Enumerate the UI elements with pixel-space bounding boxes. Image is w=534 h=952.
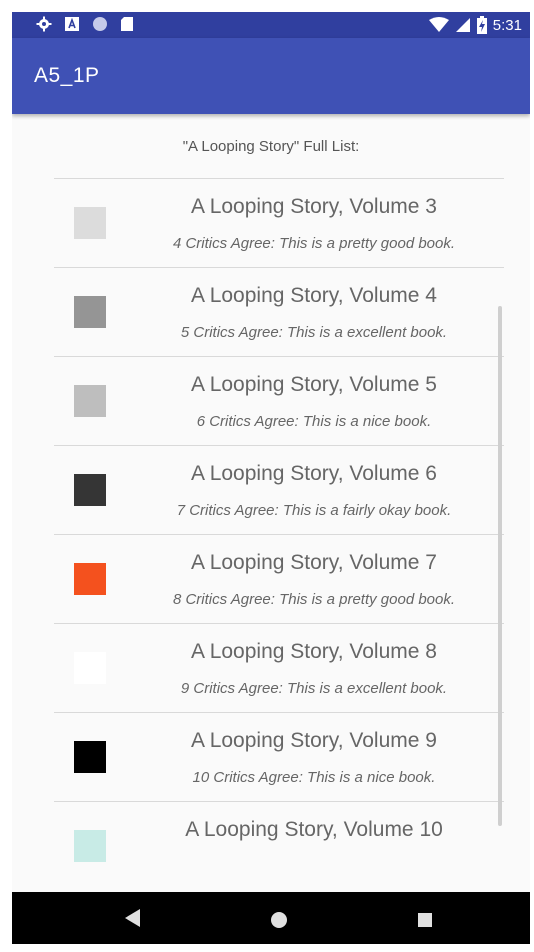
book-rating: 9 Critics Agree: This is a excellent boo… [180, 680, 448, 697]
signal-icon [455, 18, 470, 32]
list-item[interactable]: A Looping Story, Volume 3 4 Critics Agree… [54, 178, 504, 267]
color-swatch [74, 385, 106, 417]
scrollbar[interactable] [498, 306, 502, 826]
color-swatch [74, 652, 106, 684]
recents-button[interactable] [395, 892, 455, 944]
app-title: A5_1P [34, 64, 100, 87]
a-notification-icon [65, 17, 79, 31]
gear-icon [36, 16, 52, 32]
battery-charging-icon [476, 16, 487, 34]
book-title: A Looping Story, Volume 10 [185, 818, 443, 841]
list-item[interactable]: A Looping Story, Volume 7 8 Critics Agree… [54, 534, 504, 623]
color-swatch [74, 207, 106, 239]
status-icons-left [36, 16, 134, 32]
book-title: A Looping Story, Volume 4 [191, 284, 437, 307]
status-icons-right: 5:31 [428, 16, 522, 34]
color-swatch [74, 741, 106, 773]
book-title: A Looping Story, Volume 5 [191, 373, 437, 396]
list-item[interactable]: A Looping Story, Volume 9 10 Critics Agre… [54, 712, 504, 801]
book-rating: 6 Critics Agree: This is a nice book. [196, 413, 432, 430]
home-icon [271, 912, 287, 928]
back-button[interactable] [102, 892, 162, 944]
book-title: A Looping Story, Volume 8 [191, 640, 437, 663]
navigation-bar [12, 892, 530, 944]
color-swatch [74, 830, 106, 862]
book-list[interactable]: A Looping Story, Volume 3 4 Critics Agree… [54, 178, 504, 890]
book-title: A Looping Story, Volume 7 [191, 551, 437, 574]
book-rating: 10 Critics Agree: This is a nice book. [192, 769, 436, 786]
list-item[interactable]: A Looping Story, Volume 5 6 Critics Agree… [54, 356, 504, 445]
color-swatch [74, 563, 106, 595]
color-swatch [74, 474, 106, 506]
status-time: 5:31 [492, 16, 522, 34]
list-item[interactable]: A Looping Story, Volume 10 [54, 801, 504, 890]
back-icon [125, 909, 140, 927]
book-rating: 4 Critics Agree: This is a pretty good b… [172, 235, 456, 252]
book-title: A Looping Story, Volume 9 [191, 729, 437, 752]
wifi-icon [428, 17, 449, 32]
book-rating: 5 Critics Agree: This is a excellent boo… [180, 324, 448, 341]
color-swatch [74, 296, 106, 328]
home-button[interactable] [249, 892, 309, 944]
book-rating: 8 Critics Agree: This is a pretty good b… [172, 591, 456, 608]
list-item[interactable]: A Looping Story, Volume 8 9 Critics Agree… [54, 623, 504, 712]
status-bar: 5:31 [12, 12, 530, 38]
list-content[interactable]: "A Looping Story" Full List: A Looping S… [12, 114, 530, 892]
app-bar: A5_1P [12, 38, 530, 114]
device-screen: 5:31 A5_1P "A Looping Story" Full List: … [12, 12, 530, 944]
circle-icon [93, 17, 107, 31]
list-header: "A Looping Story" Full List: [182, 138, 360, 155]
book-title: A Looping Story, Volume 3 [191, 195, 437, 218]
recents-icon [418, 913, 432, 927]
list-item[interactable]: A Looping Story, Volume 6 7 Critics Agree… [54, 445, 504, 534]
sd-card-icon [121, 17, 133, 31]
book-title: A Looping Story, Volume 6 [191, 462, 437, 485]
book-rating: 7 Critics Agree: This is a fairly okay b… [176, 502, 452, 519]
list-item[interactable]: A Looping Story, Volume 4 5 Critics Agree… [54, 267, 504, 356]
